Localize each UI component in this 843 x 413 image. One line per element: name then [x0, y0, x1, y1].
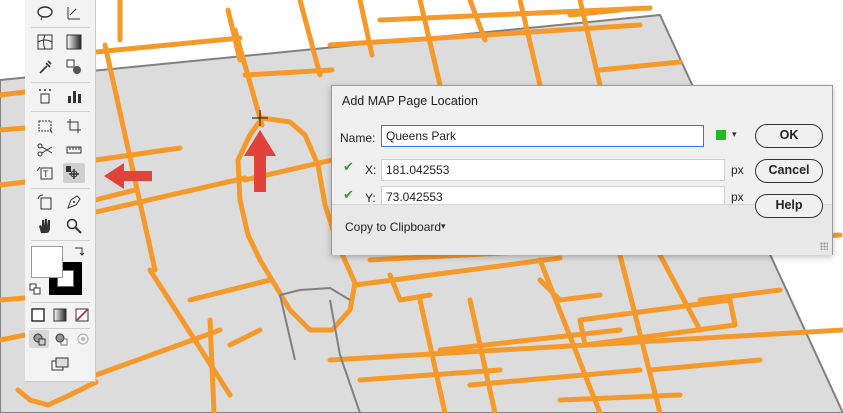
name-field[interactable]: Queens Park [381, 125, 704, 147]
scissors-tool-icon[interactable] [34, 140, 56, 160]
y-checked-icon: ✔ [343, 187, 354, 202]
mesh-tool-icon[interactable] [34, 32, 56, 52]
add-map-page-location-dialog: Add MAP Page Location Name: Queens Park … [331, 85, 833, 255]
tools-panel: T [25, 0, 96, 382]
draw-normal-icon[interactable] [29, 330, 49, 348]
copy-to-clipboard-button[interactable]: Copy to Clipboard [345, 220, 441, 234]
swap-colors-icon[interactable] [72, 244, 86, 258]
blend-tool-icon[interactable] [63, 57, 85, 77]
hand-tool-icon[interactable] [34, 216, 56, 236]
measure-tool-icon[interactable] [63, 140, 85, 160]
dialog-title: Add MAP Page Location [342, 94, 478, 108]
graph-tool-icon[interactable] [63, 3, 85, 23]
column-graph-tool-icon[interactable] [63, 86, 85, 106]
name-label: Name: [340, 131, 376, 145]
zoom-tool-icon[interactable] [63, 216, 85, 236]
symbol-sprayer-tool-icon[interactable] [34, 86, 56, 106]
y-field[interactable]: 73.042553 [381, 186, 725, 204]
lasso-tool-icon[interactable] [34, 3, 56, 23]
slice-tool-icon[interactable] [63, 116, 85, 136]
none-color-icon[interactable] [73, 306, 91, 324]
draw-inside-icon[interactable] [73, 330, 93, 348]
area-type-tool-icon[interactable]: T [34, 163, 56, 183]
gradient-tool-icon[interactable] [63, 32, 85, 52]
y-label: Y: [365, 191, 376, 205]
y-unit: px [731, 190, 744, 204]
rotate-view-tool-icon[interactable] [34, 192, 56, 212]
cancel-button[interactable]: Cancel [755, 159, 823, 183]
fill-color-mode-icon[interactable] [29, 306, 47, 324]
chevron-down-icon[interactable]: ▾ [441, 221, 446, 232]
x-field[interactable]: 181.042553 [381, 159, 725, 181]
artboard-tool-icon[interactable] [34, 116, 56, 136]
fill-color-swatch[interactable] [31, 246, 63, 278]
resize-grip-icon[interactable] [820, 242, 828, 250]
chevron-down-icon[interactable]: ▾ [732, 129, 737, 140]
marker-color-chip[interactable] [716, 130, 726, 140]
gradient-mode-icon[interactable] [51, 306, 69, 324]
x-unit: px [731, 163, 744, 177]
help-button[interactable]: Help [755, 194, 823, 218]
svg-text:T: T [43, 169, 49, 179]
map-page-location-tool-icon[interactable] [63, 163, 85, 183]
eyedropper-tool-icon[interactable] [34, 57, 56, 77]
pen-tool-icon[interactable] [63, 192, 85, 212]
ok-button[interactable]: OK [755, 124, 823, 148]
x-checked-icon: ✔ [343, 159, 354, 174]
draw-behind-icon[interactable] [51, 330, 71, 348]
x-label: X: [365, 163, 377, 177]
default-colors-icon[interactable] [28, 282, 42, 296]
screen-mode-icon[interactable] [49, 355, 71, 373]
